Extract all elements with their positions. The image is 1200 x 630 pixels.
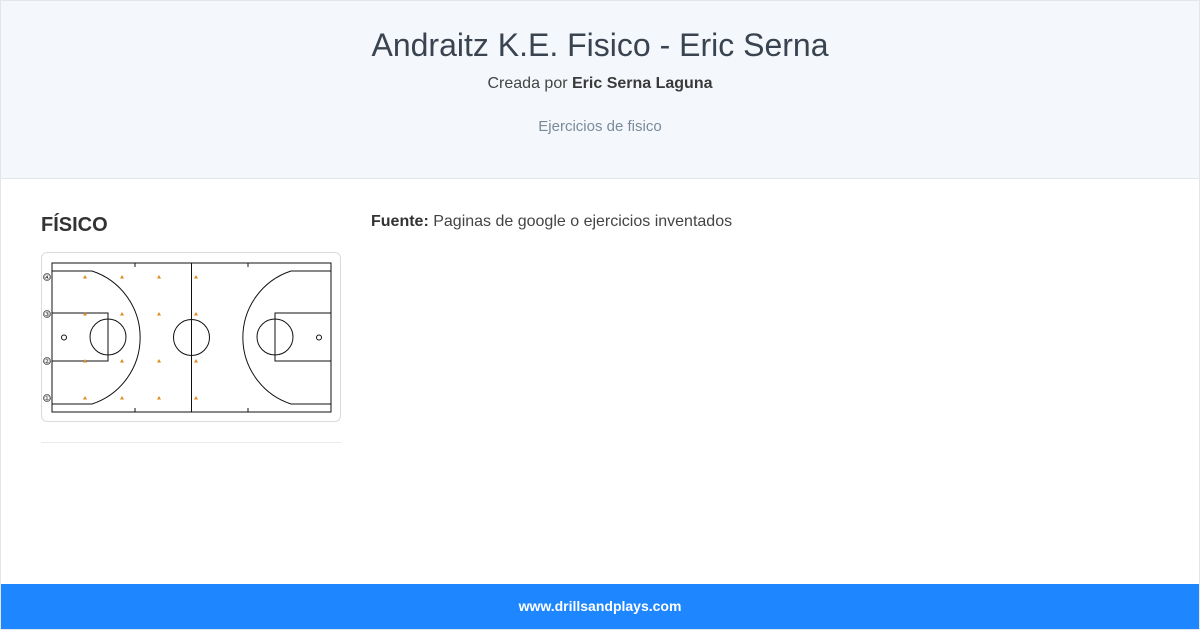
right-key <box>274 312 332 362</box>
court-diagram[interactable]: ④ ③ ② ① <box>41 252 341 422</box>
cone-icon <box>83 396 87 400</box>
right-three-point-line <box>242 270 331 405</box>
section-divider <box>41 442 341 443</box>
right-basket <box>316 334 322 341</box>
lane-marker-label: ④ <box>44 274 50 282</box>
left-free-throw-arc <box>107 318 127 356</box>
cone-icon <box>194 275 198 279</box>
lane-marker-label: ② <box>44 358 50 366</box>
cone-icon <box>157 275 161 279</box>
left-free-throw-arc-inner <box>89 318 109 356</box>
right-free-throw-arc-inner <box>274 318 294 356</box>
left-basket <box>61 334 67 341</box>
author-line: Creada por Eric Serna Laguna <box>1 74 1199 94</box>
cone-icon <box>120 275 124 279</box>
cone-icon <box>194 312 198 316</box>
source-text: Paginas de google o ejercicios inventado… <box>428 213 733 230</box>
source-label: Fuente: <box>371 213 429 230</box>
author-prefix: Creada por <box>487 75 572 92</box>
page-title: Andraitz K.E. Fisico - Eric Serna <box>371 27 829 63</box>
source-line: Fuente: Paginas de google o ejercicios i… <box>371 213 732 231</box>
section-title: FÍSICO <box>41 214 108 236</box>
page-header: Andraitz K.E. Fisico - Eric Serna Creada… <box>1 1 1199 179</box>
left-three-point-line <box>52 270 141 405</box>
cone-icon <box>157 359 161 363</box>
author-name[interactable]: Eric Serna Laguna <box>572 75 713 92</box>
site-link[interactable]: www.drillsandplays.com <box>519 598 682 614</box>
lane-marker-label: ③ <box>44 311 50 319</box>
cone-icon <box>194 359 198 363</box>
cone-icon <box>120 312 124 316</box>
page-subtitle: Ejercicios de fisico <box>538 118 662 135</box>
cone-icon <box>194 396 198 400</box>
right-free-throw-arc <box>256 318 276 356</box>
cone-icon <box>120 396 124 400</box>
cone-icon <box>157 396 161 400</box>
basketball-court-svg: ④ ③ ② ① <box>43 262 332 413</box>
lane-marker-label: ① <box>44 395 50 403</box>
cone-icon <box>83 275 87 279</box>
left-key <box>51 312 109 362</box>
cone-icon <box>157 312 161 316</box>
footer-bar: www.drillsandplays.com <box>1 584 1199 629</box>
cone-icon <box>120 359 124 363</box>
